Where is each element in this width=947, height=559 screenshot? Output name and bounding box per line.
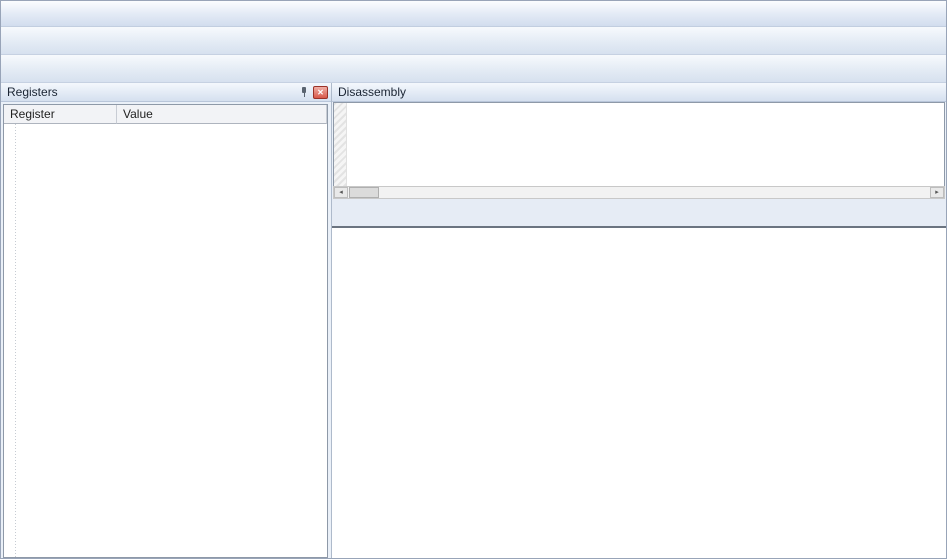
registers-column-headers: Register Value [4, 105, 327, 124]
registers-panel: Registers ✕ Register Value [1, 83, 332, 558]
disassembly-body [333, 102, 945, 186]
pin-icon[interactable] [298, 86, 310, 98]
registers-panel-title: Registers [7, 85, 58, 99]
toolbar-debug [1, 55, 946, 83]
keil-uvision-window: Registers ✕ Register Value Disassembly [0, 0, 947, 559]
toolbar-file [1, 27, 946, 55]
registers-panel-header: Registers ✕ [1, 83, 331, 102]
disassembly-panel: Disassembly ◂ ▸ [332, 83, 946, 199]
registers-rows [4, 124, 327, 557]
disassembly-hscrollbar: ◂ ▸ [333, 186, 945, 199]
scrollbar-thumb[interactable] [349, 187, 379, 198]
editor-tab-bar [332, 205, 946, 228]
column-header-value[interactable]: Value [117, 105, 327, 124]
disassembly-panel-header: Disassembly [332, 83, 946, 102]
right-pane: Disassembly ◂ ▸ [332, 83, 946, 558]
code-editor[interactable] [332, 228, 946, 558]
workspace: Registers ✕ Register Value Disassembly [1, 83, 946, 558]
registers-table: Register Value [3, 104, 328, 558]
scroll-left-arrow-icon[interactable]: ◂ [334, 187, 348, 198]
column-header-register[interactable]: Register [4, 105, 117, 124]
disassembly-gutter [334, 103, 347, 186]
menu-bar [1, 1, 946, 27]
scroll-right-arrow-icon[interactable]: ▸ [930, 187, 944, 198]
disassembly-lines [347, 103, 944, 186]
close-icon[interactable]: ✕ [313, 86, 328, 99]
disassembly-panel-title: Disassembly [338, 85, 406, 99]
